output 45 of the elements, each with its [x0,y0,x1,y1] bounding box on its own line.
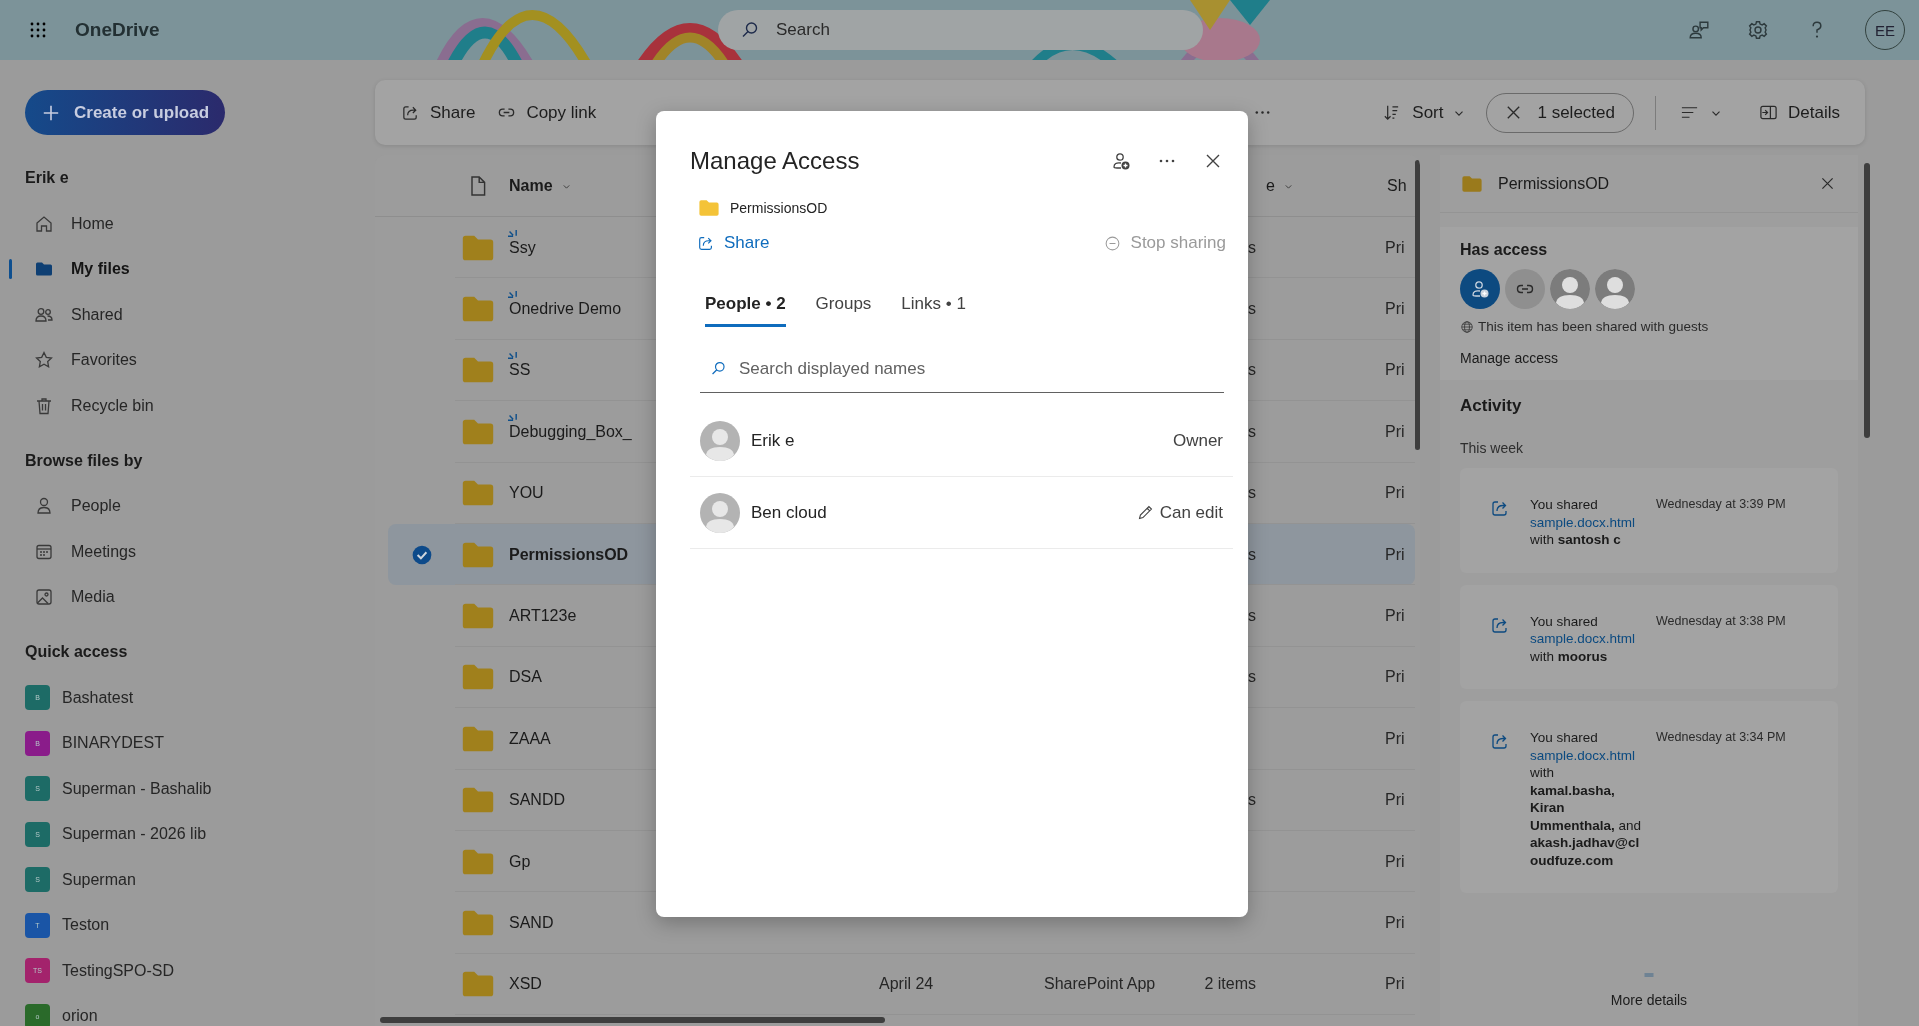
activity-time: Wednesday at 3:39 PM [1656,497,1786,511]
sharing-status: Pri [1385,975,1405,993]
activity-text: You shared sample.docx.html with moorus [1530,612,1642,665]
file-size: s [1248,238,1256,257]
section-heading: Has access [1460,241,1548,259]
activity-text: You shared sample.docx.html with santosh c [1530,496,1642,549]
person-name: Ben cloud [751,502,828,523]
details-title: PermissionsOD [1498,174,1611,193]
sharing-status: Pri [1385,361,1405,379]
file-size: s [1248,545,1256,564]
file-size: s [1248,300,1256,319]
person-name: Erik e [751,430,796,451]
sharing-status: Pri [1385,422,1405,440]
modified-date: April 24 [879,975,934,993]
sharing-status: Pri [1385,607,1405,625]
modified-by: SharePoint App [1044,975,1156,993]
file-size: s [1248,607,1256,626]
activity-time: Wednesday at 3:34 PM [1656,730,1786,744]
activity-time: Wednesday at 3:38 PM [1656,613,1786,628]
section-heading: Quick access [25,642,128,662]
file-size: 2 items [1204,975,1256,994]
dialog-title: Manage Access [690,147,860,175]
period-label: This week [1460,440,1524,456]
section-heading: Activity [1460,396,1522,416]
item-name: PermissionsOD [730,200,828,216]
file-size: s [1248,361,1256,380]
app-title: OneDrive [75,19,160,40]
role-label: Owner [1172,430,1223,451]
sharing-status: Pri [1385,914,1405,931]
section-heading: Browse files by [25,450,143,471]
file-size: s [1248,422,1256,441]
file-size: s [1248,484,1256,503]
activity-text: You shared sample.docx.html with kamal.basha, Kiran Ummenthala, and akash.jadhav@cloudfuze.com [1530,729,1642,869]
file-size: s [1248,791,1256,810]
file-size: s [1248,668,1256,687]
sharing-status: Pri [1385,729,1405,747]
sharing-status: Pri [1385,668,1405,686]
sharing-status: Pri [1385,852,1405,870]
sharing-status: Pri [1385,791,1405,809]
sharing-status: Pri [1385,238,1405,256]
sharing-status: Pri [1385,484,1405,502]
sharing-status: Pri [1385,545,1405,563]
guests-note: This item has been shared with guests [1478,319,1709,334]
section-heading: Erik e [25,168,69,188]
sharing-status: Pri [1385,300,1405,318]
